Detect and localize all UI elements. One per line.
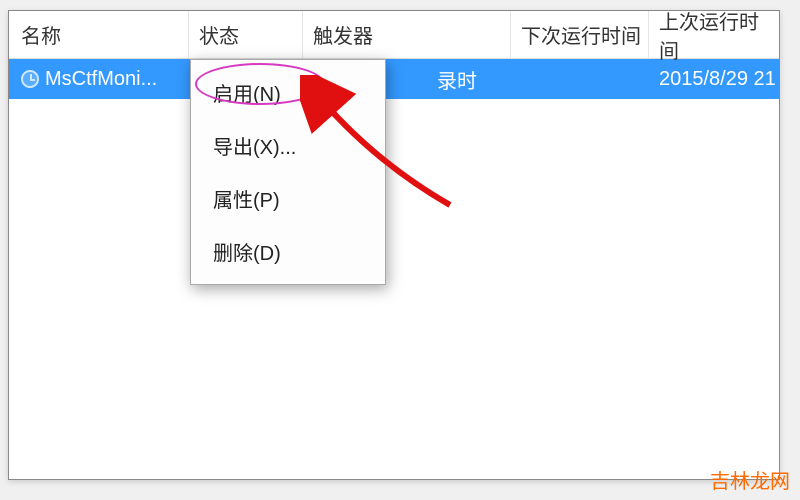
task-scheduler-pane: 名称 状态 触发器 下次运行时间 上次运行时间 MsCtfMoni... 录时 … xyxy=(8,10,780,480)
column-headers: 名称 状态 触发器 下次运行时间 上次运行时间 xyxy=(9,11,779,59)
trigger-text-fragment: 录时 xyxy=(437,65,477,94)
header-next-run[interactable]: 下次运行时间 xyxy=(511,11,649,58)
context-menu: 启用(N) 导出(X)... 属性(P) 删除(D) xyxy=(190,59,386,285)
header-status[interactable]: 状态 xyxy=(189,11,303,58)
header-last-run[interactable]: 上次运行时间 xyxy=(649,11,777,58)
menu-properties[interactable]: 属性(P) xyxy=(193,172,383,225)
watermark-text: 吉林龙网 xyxy=(710,465,790,494)
task-name: MsCtfMoni... xyxy=(45,68,157,91)
menu-export[interactable]: 导出(X)... xyxy=(193,119,383,172)
last-run-text: 2015/8/29 21 xyxy=(659,68,776,91)
menu-enable[interactable]: 启用(N) xyxy=(193,66,383,119)
menu-delete[interactable]: 删除(D) xyxy=(193,225,383,278)
task-clock-icon xyxy=(21,70,39,88)
table-row[interactable]: MsCtfMoni... 录时 2015/8/29 21 xyxy=(9,59,779,99)
header-name[interactable]: 名称 xyxy=(9,11,189,58)
header-trigger[interactable]: 触发器 xyxy=(303,11,511,58)
